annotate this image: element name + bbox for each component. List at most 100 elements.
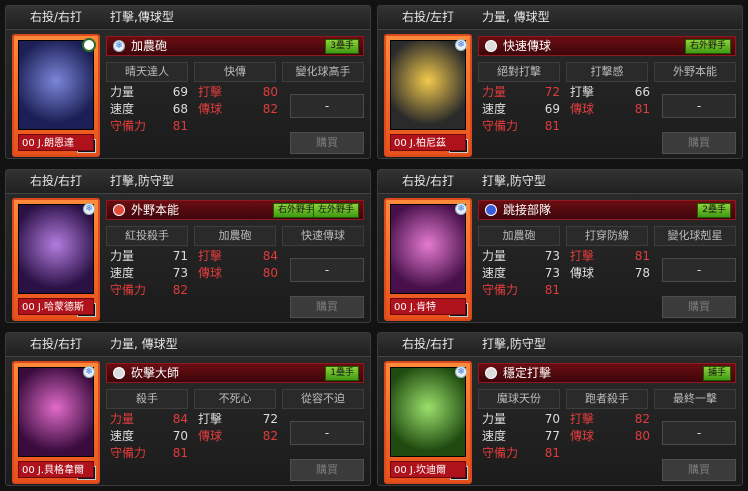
sub-skill[interactable]: 加農砲 bbox=[478, 226, 560, 246]
sub-skill[interactable]: 快傳 bbox=[194, 62, 276, 82]
stat-label-throw: 傳球 bbox=[570, 429, 595, 443]
skill-icon bbox=[485, 40, 497, 52]
stat-label-power: 力量 bbox=[110, 249, 135, 263]
item-slot[interactable]: - bbox=[290, 421, 364, 445]
player-name: 00 J.貝格韋爾 bbox=[18, 461, 94, 478]
player-portrait bbox=[390, 367, 466, 457]
stat-value-speed: 70 bbox=[172, 429, 188, 443]
player-card[interactable]: ❄ RF 00 J.柏尼茲 bbox=[384, 34, 472, 157]
player-card[interactable]: ❄ 2B 00 J.肯特 bbox=[384, 198, 472, 321]
buy-button[interactable]: 購買 bbox=[662, 296, 736, 318]
stat-value-hit: 66 bbox=[634, 85, 650, 99]
stat-value-hit: 82 bbox=[634, 412, 650, 426]
hand-label: 右投/右打 bbox=[401, 337, 455, 351]
player-name: 00 J.肯特 bbox=[390, 298, 466, 315]
stat-value-hit: 80 bbox=[262, 85, 278, 99]
snowflake-icon: ❄ bbox=[83, 366, 95, 378]
player-card[interactable]: ❄ C 00 J.坎迪爾 bbox=[384, 361, 472, 484]
main-skill-bar[interactable]: 穩定打擊 捕手 bbox=[478, 363, 736, 383]
stat-value-throw: 82 bbox=[262, 429, 278, 443]
stat-label-power: 力量 bbox=[110, 85, 135, 99]
sub-skills: 魔球天份 跑者殺手 最終一擊 bbox=[478, 389, 736, 409]
player-card[interactable]: ❄ RF 00 J.哈蒙德斯 bbox=[12, 198, 100, 321]
sub-skill[interactable]: 外野本能 bbox=[654, 62, 736, 82]
sub-skill[interactable]: 快速傳球 bbox=[282, 226, 364, 246]
stat-value-speed: 77 bbox=[544, 429, 560, 443]
stat-value-power: 70 bbox=[544, 412, 560, 426]
item-slot[interactable]: - bbox=[662, 421, 736, 445]
stat-label-hit: 打擊 bbox=[570, 412, 595, 426]
position-tag: 3壘手 bbox=[325, 39, 359, 54]
hand-label: 右投/右打 bbox=[29, 10, 83, 24]
player-panel: 右投/右打 打擊,防守型 ❄ 2B 00 J.肯特 跳接部隊 2壘手 加農砲 打… bbox=[377, 169, 743, 323]
sub-skill[interactable]: 紅投殺手 bbox=[106, 226, 188, 246]
stat-label-defense: 守備力 bbox=[482, 119, 519, 133]
player-panel: 右投/右打 力量, 傳球型 ❄ 1B 00 J.貝格韋爾 砍擊大師 1壘手 殺手… bbox=[5, 332, 371, 486]
stat-label-power: 力量 bbox=[110, 412, 135, 426]
sub-skill[interactable]: 最終一擊 bbox=[654, 389, 736, 409]
player-type: 力量, 傳球型 bbox=[482, 10, 550, 24]
player-portrait bbox=[390, 204, 466, 294]
sub-skill[interactable]: 變化球剋星 bbox=[654, 226, 736, 246]
sub-skill[interactable]: 跑者殺手 bbox=[566, 389, 648, 409]
panel-header: 右投/左打 力量, 傳球型 bbox=[378, 6, 742, 30]
main-skill-bar[interactable]: ❄ 加農砲 3壘手 bbox=[106, 36, 364, 56]
stat-label-defense: 守備力 bbox=[110, 446, 147, 460]
main-skill-bar[interactable]: 砍擊大師 1壘手 bbox=[106, 363, 364, 383]
main-skill-bar[interactable]: 外野本能 右外野手 左外野手 bbox=[106, 200, 364, 220]
stat-value-throw: 80 bbox=[634, 429, 650, 443]
player-panel: 右投/右打 打擊,傳球型 3B 00 J.朗恩達 ❄ 加農砲 3壘手 晴天達人 … bbox=[5, 5, 371, 159]
stat-value-power: 72 bbox=[544, 85, 560, 99]
buy-button[interactable]: 購買 bbox=[662, 459, 736, 481]
sub-skill[interactable]: 變化球高手 bbox=[282, 62, 364, 82]
sub-skill[interactable]: 加農砲 bbox=[194, 226, 276, 246]
player-card[interactable]: 3B 00 J.朗恩達 bbox=[12, 34, 100, 157]
stat-value-hit: 72 bbox=[262, 412, 278, 426]
stat-label-defense: 守備力 bbox=[482, 283, 519, 297]
sub-skill[interactable]: 魔球天份 bbox=[478, 389, 560, 409]
stat-label-hit: 打擊 bbox=[570, 85, 595, 99]
sub-skill[interactable]: 不死心 bbox=[194, 389, 276, 409]
sub-skill[interactable]: 從容不迫 bbox=[282, 389, 364, 409]
player-card[interactable]: ❄ 1B 00 J.貝格韋爾 bbox=[12, 361, 100, 484]
player-type: 力量, 傳球型 bbox=[110, 337, 178, 351]
player-portrait bbox=[18, 367, 94, 457]
sub-skill[interactable]: 殺手 bbox=[106, 389, 188, 409]
player-panel: 右投/右打 打擊,防守型 ❄ RF 00 J.哈蒙德斯 外野本能 右外野手 左外… bbox=[5, 169, 371, 323]
stat-value-speed: 73 bbox=[544, 266, 560, 280]
main-skill-bar[interactable]: 快速傳球 右外野手 bbox=[478, 36, 736, 56]
stat-label-hit: 打擊 bbox=[198, 85, 223, 99]
item-slot[interactable]: - bbox=[290, 258, 364, 282]
main-skill-name: 加農砲 bbox=[131, 39, 168, 53]
position-tag: 捕手 bbox=[702, 366, 731, 381]
panel-header: 右投/右打 打擊,防守型 bbox=[6, 170, 370, 194]
player-type: 打擊,傳球型 bbox=[110, 10, 174, 24]
item-slot[interactable]: - bbox=[662, 94, 736, 118]
panel-header: 右投/右打 打擊,傳球型 bbox=[6, 6, 370, 30]
hand-label: 右投/右打 bbox=[29, 337, 83, 351]
position-tag: 1壘手 bbox=[325, 366, 359, 381]
skill-icon bbox=[485, 367, 497, 379]
main-skill-name: 外野本能 bbox=[131, 203, 180, 217]
stat-label-speed: 速度 bbox=[110, 429, 135, 443]
item-slot[interactable]: - bbox=[290, 94, 364, 118]
stat-value-hit: 81 bbox=[634, 249, 650, 263]
main-skill-name: 跳接部隊 bbox=[503, 203, 552, 217]
stat-label-hit: 打擊 bbox=[570, 249, 595, 263]
buy-button[interactable]: 購買 bbox=[662, 132, 736, 154]
item-slot[interactable]: - bbox=[662, 258, 736, 282]
stat-value-power: 69 bbox=[172, 85, 188, 99]
sub-skill[interactable]: 打穿防線 bbox=[566, 226, 648, 246]
player-name: 00 J.朗恩達 bbox=[18, 134, 94, 151]
buy-button[interactable]: 購買 bbox=[290, 296, 364, 318]
main-skill-bar[interactable]: 跳接部隊 2壘手 bbox=[478, 200, 736, 220]
panel-header: 右投/右打 打擊,防守型 bbox=[378, 333, 742, 357]
stat-label-throw: 傳球 bbox=[570, 102, 595, 116]
sub-skill[interactable]: 絕對打擊 bbox=[478, 62, 560, 82]
stat-value-defense: 82 bbox=[172, 283, 188, 297]
sub-skill[interactable]: 打擊感 bbox=[566, 62, 648, 82]
buy-button[interactable]: 購買 bbox=[290, 459, 364, 481]
buy-button[interactable]: 購買 bbox=[290, 132, 364, 154]
player-type: 打擊,防守型 bbox=[482, 174, 546, 188]
sub-skill[interactable]: 晴天達人 bbox=[106, 62, 188, 82]
